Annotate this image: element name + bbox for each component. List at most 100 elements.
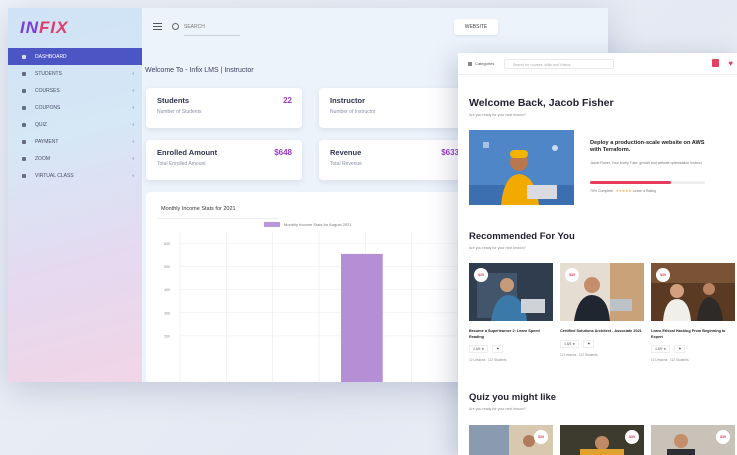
y-tick-label: 200 <box>164 334 170 338</box>
price-badge: $39 <box>474 268 488 282</box>
chevron-icon: ‹ <box>132 88 134 94</box>
course-title[interactable]: Become a Superlearner 2: Learn Speed Rea… <box>469 329 553 340</box>
rating-stars: ★★★★★ <box>615 189 632 193</box>
hero-course-title[interactable]: Deploy a production-scale website on AWS… <box>590 140 710 154</box>
y-tick-label: 400 <box>164 288 170 292</box>
course-card[interactable]: $39 Become a Superlearner 2: Learn Speed… <box>469 263 553 362</box>
chevron-icon: ‹ <box>132 173 134 179</box>
quiz-card[interactable]: $39 <box>560 425 644 455</box>
course-lessons: 12 Lessons <box>560 352 577 357</box>
recommended-heading: Recommended For You <box>469 231 575 242</box>
course-tag: ⚑ <box>674 345 686 353</box>
stat-subtitle: Number of Students <box>157 109 202 115</box>
cart-icon[interactable] <box>712 59 719 67</box>
sidebar-item-label: DASHBOARD <box>35 53 67 60</box>
website-button[interactable]: WEBSITE <box>454 19 498 35</box>
hero-course-description: Jacob Fisher, Your lovely Tutor, growth … <box>590 161 702 165</box>
student-dashboard-window: Categories Search for courses, skills an… <box>458 53 737 455</box>
nav-icon <box>22 88 26 93</box>
course-students: 112 Students <box>487 358 507 362</box>
course-tag: ⚑ <box>583 339 595 348</box>
sidebar-item-label: COUPONS <box>35 104 61 111</box>
sidebar-nav: DASHBOARD STUDENTS ‹ COURSES ‹ COUPONS ‹ QUIZ ‹ P… <box>8 48 142 184</box>
quiz-card[interactable]: $39 <box>651 425 735 455</box>
sidebar-item-coupons[interactable]: COUPONS ‹ <box>8 99 142 116</box>
sidebar-item-courses[interactable]: COURSES ‹ <box>8 82 142 99</box>
course-title[interactable]: Learn Ethical Hacking From Beginning to … <box>651 329 735 340</box>
course-image[interactable]: $39 <box>651 263 735 321</box>
hero-course-image[interactable] <box>469 130 574 205</box>
chevron-icon: ‹ <box>132 156 134 162</box>
nav-icon <box>22 122 26 127</box>
price-badge: $39 <box>534 430 548 444</box>
course-students: 112 Students <box>578 352 598 357</box>
sidebar-item-label: ZOOM <box>35 155 50 162</box>
course-lessons: 12 Lessons <box>651 358 668 362</box>
nav-icon <box>22 105 26 110</box>
course-title[interactable]: Certified Solutions Architect - Associat… <box>560 329 644 335</box>
course-card[interactable]: $39 Learn Ethical Hacking From Beginning… <box>651 263 735 362</box>
heart-icon[interactable]: ♥ <box>728 59 733 68</box>
quiz-subtitle: Are you ready for your next lesson? <box>469 407 526 411</box>
course-search-input[interactable]: Search for courses, skills and Videos <box>504 59 614 69</box>
stat-card-revenue[interactable]: Revenue Total Revenue $633 <box>319 140 469 180</box>
search-icon[interactable] <box>172 23 179 30</box>
sidebar-item-label: COURSES <box>35 87 60 94</box>
progress-fill <box>590 181 671 184</box>
hero-progress-bar <box>590 181 705 184</box>
welcome-heading: Welcome To - Infix LMS | Instructor <box>145 67 254 74</box>
course-card[interactable]: $39 Certified Solutions Architect - Asso… <box>560 263 644 357</box>
logo[interactable]: INFIX <box>20 18 68 38</box>
nav-icon <box>22 156 26 161</box>
stat-value: 22 <box>283 96 292 105</box>
stat-value: $648 <box>274 148 292 157</box>
sidebar: INFIX DASHBOARD STUDENTS ‹ COURSES ‹ COUPONS ‹… <box>8 8 142 382</box>
price-badge: $39 <box>625 430 639 444</box>
sidebar-item-label: STUDENTS <box>35 70 62 77</box>
quiz-card[interactable]: $39 <box>469 425 553 455</box>
course-lessons: 12 Lessons <box>469 358 486 362</box>
course-rating: 4.8/5 ★ <box>469 345 489 353</box>
stat-card-students[interactable]: Students Number of Students 22 <box>146 88 302 128</box>
sidebar-item-label: PAYMENT <box>35 138 59 145</box>
sidebar-item-dashboard[interactable]: DASHBOARD <box>8 48 142 65</box>
course-image[interactable]: $39 <box>560 263 644 321</box>
welcome-back-heading: Welcome Back, Jacob Fisher <box>469 97 614 109</box>
stat-subtitle: Total Enrolled Amount <box>157 161 206 167</box>
course-image[interactable]: $39 <box>469 263 553 321</box>
search-input[interactable]: SEARCH <box>184 24 240 36</box>
stat-title: Students <box>157 96 190 105</box>
categories-button[interactable]: Categories <box>468 61 494 66</box>
nav-icon <box>22 54 26 59</box>
sidebar-item-label: VIRTUAL CLASS <box>35 172 74 179</box>
stat-card-enrolled-amount[interactable]: Enrolled Amount Total Enrolled Amount $6… <box>146 140 302 180</box>
bar-aug[interactable] <box>341 253 383 382</box>
course-tag: ⚑ <box>492 345 504 353</box>
topbar: SEARCH WEBSITE <box>142 8 608 50</box>
recommended-subtitle: Are you ready for your next lesson? <box>469 246 526 250</box>
sidebar-item-zoom[interactable]: ZOOM ‹ <box>8 150 142 167</box>
chevron-icon: ‹ <box>132 105 134 111</box>
sidebar-item-students[interactable]: STUDENTS ‹ <box>8 65 142 82</box>
sidebar-item-virtual-class[interactable]: VIRTUAL CLASS ‹ <box>8 167 142 184</box>
y-tick-label: 600 <box>164 242 170 246</box>
course-rating: 4.8/5 ★ <box>560 339 580 348</box>
nav-icon <box>22 173 26 178</box>
stat-title: Revenue <box>330 148 362 157</box>
price-badge: $39 <box>565 268 579 282</box>
stat-subtitle: Total Revenue <box>330 161 362 167</box>
hamburger-menu-icon[interactable] <box>153 23 162 30</box>
chevron-icon: ‹ <box>132 139 134 145</box>
sidebar-item-quiz[interactable]: QUIZ ‹ <box>8 116 142 133</box>
y-tick-label: 500 <box>164 265 170 269</box>
progress-meta: 70% Complete ★★★★★ Leave a Rating <box>590 189 657 193</box>
sidebar-item-label: QUIZ <box>35 121 47 128</box>
chevron-icon: ‹ <box>132 122 134 128</box>
stat-subtitle: Number of Instructor <box>330 109 376 115</box>
income-chart-card: Monthly Income Stats for 2021 Monthly In… <box>146 192 466 382</box>
course-rating: 4.8/5 ★ <box>651 345 671 353</box>
person-with-laptop-illustration <box>469 130 574 205</box>
sidebar-item-payment[interactable]: PAYMENT ‹ <box>8 133 142 150</box>
stat-card-instructor[interactable]: Instructor Number of Instructor <box>319 88 469 128</box>
chevron-icon: ‹ <box>132 71 134 77</box>
